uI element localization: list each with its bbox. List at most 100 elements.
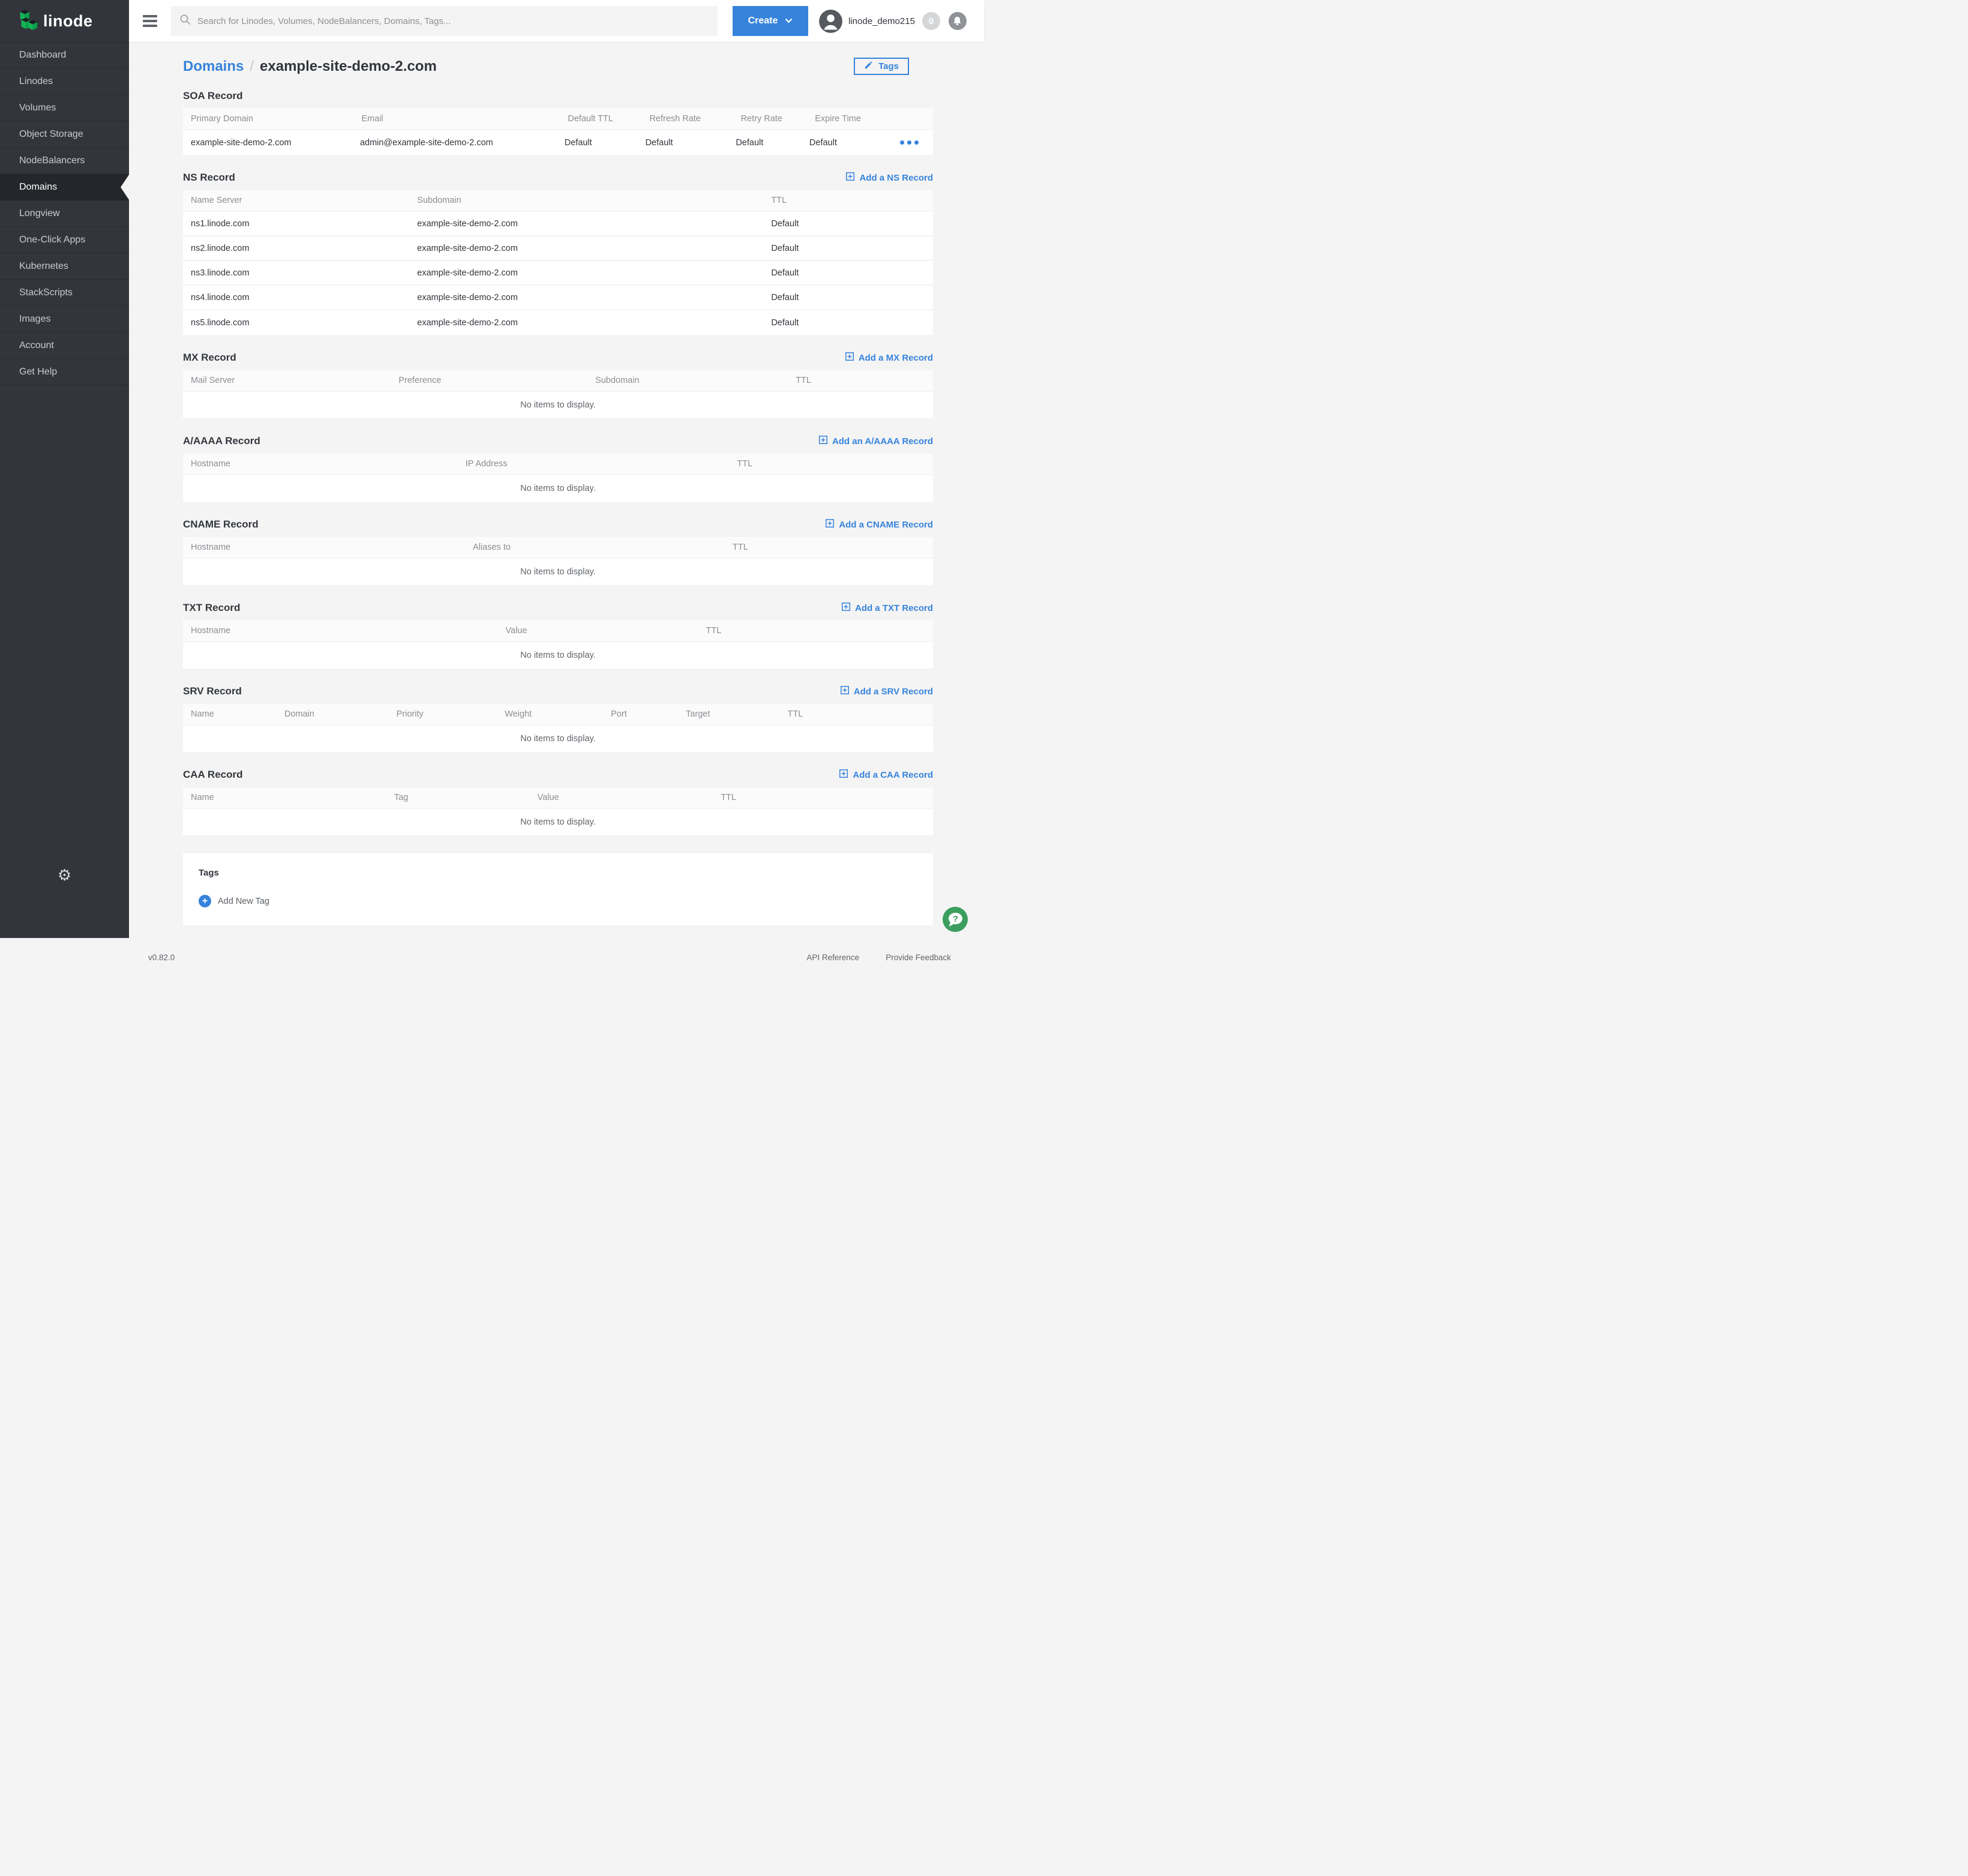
sidebar-item-linodes[interactable]: Linodes	[0, 68, 129, 95]
chevron-down-icon	[785, 16, 793, 26]
sidebar-item-longview[interactable]: Longview	[0, 200, 129, 227]
soa-record-section: SOA Record Primary Domain Email Default …	[183, 89, 933, 155]
add-a-record-link[interactable]: Add an A/AAAA Record	[819, 436, 933, 446]
ns-record-section: NS Record Add a NS Record Name Server Su…	[183, 171, 933, 335]
sidebar-item-dashboard[interactable]: Dashboard	[0, 42, 129, 68]
sidebar-nav: Dashboard Linodes Volumes Object Storage…	[0, 42, 129, 385]
create-button[interactable]: Create	[733, 6, 808, 36]
add-txt-record-link[interactable]: Add a TXT Record	[842, 603, 933, 613]
ns-table-header: Name Server Subdomain TTL	[183, 190, 933, 212]
cname-section-title: CNAME Record	[183, 519, 259, 531]
caa-empty-state: No items to display.	[183, 809, 933, 835]
edit-tags-button[interactable]: Tags	[854, 58, 909, 75]
tags-panel: Tags + Add New Tag	[183, 853, 933, 925]
mx-section-title: MX Record	[183, 352, 236, 364]
txt-table: Hostname Value TTL No items to display.	[183, 621, 933, 669]
sidebar-item-nodebalancers[interactable]: NodeBalancers	[0, 148, 129, 174]
ns-table-row: ns2.linode.com example-site-demo-2.com D…	[183, 236, 933, 261]
a-table-header: Hostname IP Address TTL	[183, 454, 933, 475]
soa-email: admin@example-site-demo-2.com	[360, 138, 565, 148]
sidebar-item-images[interactable]: Images	[0, 306, 129, 332]
sidebar-item-one-click-apps[interactable]: One-Click Apps	[0, 227, 129, 253]
sidebar-item-domains[interactable]: Domains	[0, 174, 129, 200]
a-section-title: A/AAAA Record	[183, 435, 260, 447]
plus-square-icon	[826, 519, 834, 530]
soa-row-actions-menu[interactable]	[898, 138, 921, 147]
search-icon	[179, 14, 191, 29]
srv-table: Name Domain Priority Weight Port Target …	[183, 704, 933, 752]
plus-square-icon	[819, 436, 827, 446]
plus-square-icon	[846, 172, 854, 183]
caa-table: Name Tag Value TTL No items to display.	[183, 787, 933, 835]
cname-record-section: CNAME Record Add a CNAME Record Hostname…	[183, 518, 933, 585]
breadcrumb-domains-link[interactable]: Domains	[183, 58, 244, 75]
soa-table: Primary Domain Email Default TTL Refresh…	[183, 109, 933, 155]
txt-empty-state: No items to display.	[183, 642, 933, 669]
soa-retry-rate: Default	[736, 138, 809, 148]
search-input[interactable]	[197, 16, 709, 26]
soa-section-title: SOA Record	[183, 90, 243, 102]
cname-table-header: Hostname Aliases to TTL	[183, 537, 933, 559]
plus-circle-icon: +	[199, 895, 211, 907]
page-footer: v0.82.0 API Reference Provide Feedback	[148, 953, 951, 962]
mx-table-header: Mail Server Preference Subdomain TTL	[183, 370, 933, 392]
add-srv-record-link[interactable]: Add a SRV Record	[841, 686, 933, 697]
a-table: Hostname IP Address TTL No items to disp…	[183, 454, 933, 502]
soa-table-header: Primary Domain Email Default TTL Refresh…	[183, 109, 933, 130]
tags-panel-title: Tags	[199, 868, 919, 878]
cname-table: Hostname Aliases to TTL No items to disp…	[183, 537, 933, 585]
linode-logo[interactable]: linode	[0, 0, 129, 42]
plus-square-icon	[842, 603, 850, 613]
soa-expire-time: Default	[809, 138, 898, 148]
add-mx-record-link[interactable]: Add a MX Record	[845, 352, 933, 363]
srv-section-title: SRV Record	[183, 685, 242, 697]
soa-refresh-rate: Default	[646, 138, 736, 148]
add-cname-record-link[interactable]: Add a CNAME Record	[826, 519, 933, 530]
txt-table-header: Hostname Value TTL	[183, 621, 933, 642]
linode-cube-icon	[17, 8, 37, 35]
ns-table-row: ns3.linode.com example-site-demo-2.com D…	[183, 261, 933, 286]
plus-square-icon	[841, 686, 849, 697]
mx-table: Mail Server Preference Subdomain TTL No …	[183, 370, 933, 418]
hamburger-menu-icon[interactable]	[143, 15, 161, 27]
soa-default-ttl: Default	[565, 138, 646, 148]
add-caa-record-link[interactable]: Add a CAA Record	[839, 769, 933, 780]
help-button[interactable]: ?	[943, 907, 968, 932]
add-ns-record-link[interactable]: Add a NS Record	[846, 172, 933, 183]
sidebar-item-volumes[interactable]: Volumes	[0, 95, 129, 121]
ns-section-title: NS Record	[183, 172, 235, 184]
sidebar-item-object-storage[interactable]: Object Storage	[0, 121, 129, 148]
mx-record-section: MX Record Add a MX Record Mail Server Pr…	[183, 351, 933, 418]
ns-table: Name Server Subdomain TTL ns1.linode.com…	[183, 190, 933, 335]
provide-feedback-link[interactable]: Provide Feedback	[886, 953, 951, 962]
srv-empty-state: No items to display.	[183, 726, 933, 752]
page-title: example-site-demo-2.com	[260, 58, 437, 75]
breadcrumb-separator: /	[250, 58, 254, 75]
main-content: Domains / example-site-demo-2.com Tags S…	[129, 42, 984, 938]
notifications-bell-icon[interactable]	[949, 12, 967, 30]
ns-table-row: ns1.linode.com example-site-demo-2.com D…	[183, 212, 933, 236]
sidebar: linode Dashboard Linodes Volumes Object …	[0, 0, 129, 938]
settings-gear-icon[interactable]: ⚙	[0, 867, 129, 883]
plus-square-icon	[839, 769, 848, 780]
mx-empty-state: No items to display.	[183, 392, 933, 418]
soa-primary-domain: example-site-demo-2.com	[191, 138, 360, 148]
sidebar-item-kubernetes[interactable]: Kubernetes	[0, 253, 129, 280]
srv-record-section: SRV Record Add a SRV Record Name Domain …	[183, 685, 933, 752]
add-new-tag-button[interactable]: + Add New Tag	[199, 895, 269, 907]
top-bar: Create linode_demo215 0	[129, 0, 984, 42]
sidebar-item-get-help[interactable]: Get Help	[0, 359, 129, 385]
sidebar-item-stackscripts[interactable]: StackScripts	[0, 280, 129, 306]
api-reference-link[interactable]: API Reference	[806, 953, 859, 962]
breadcrumb: Domains / example-site-demo-2.com	[183, 58, 437, 75]
plus-square-icon	[845, 352, 854, 363]
soa-table-row: example-site-demo-2.com admin@example-si…	[183, 130, 933, 155]
ns-table-row: ns4.linode.com example-site-demo-2.com D…	[183, 286, 933, 310]
sidebar-item-account[interactable]: Account	[0, 332, 129, 359]
caa-record-section: CAA Record Add a CAA Record Name Tag Val…	[183, 768, 933, 835]
user-avatar[interactable]	[819, 10, 842, 33]
username-label[interactable]: linode_demo215	[848, 16, 915, 26]
a-empty-state: No items to display.	[183, 475, 933, 502]
notification-count-badge[interactable]: 0	[922, 12, 940, 30]
svg-text:?: ?	[953, 914, 958, 924]
